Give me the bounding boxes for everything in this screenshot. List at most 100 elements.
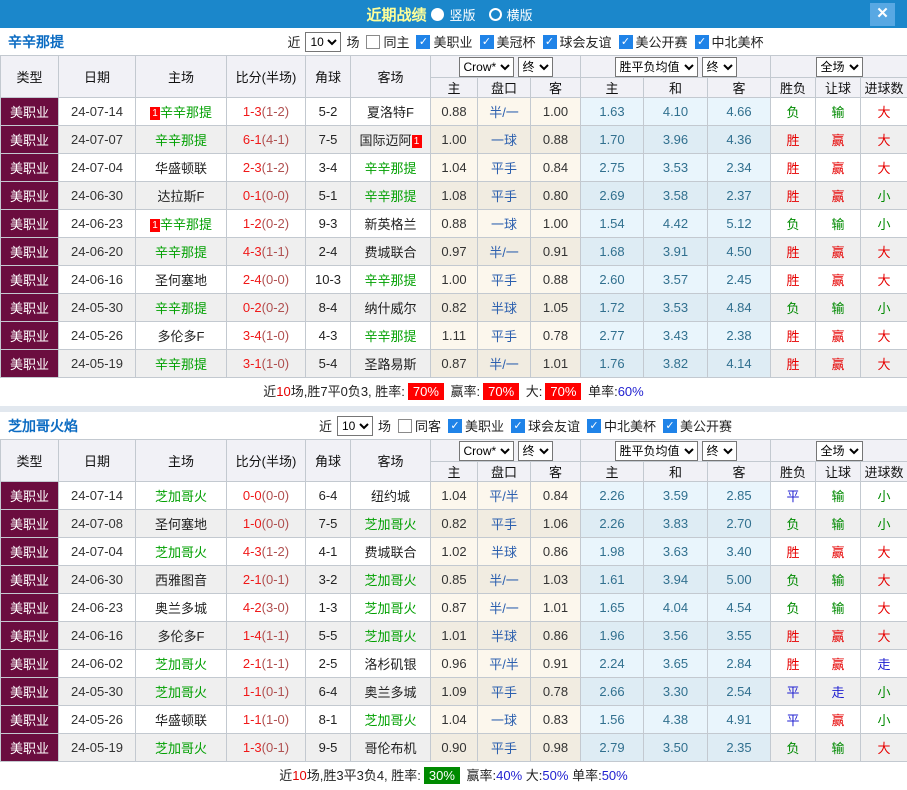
league-checkbox[interactable]: ✓ bbox=[543, 35, 557, 49]
avg-away-cell: 2.45 bbox=[708, 266, 771, 294]
horizontal-view-radio[interactable] bbox=[489, 8, 502, 21]
corners-cell: 4-1 bbox=[306, 538, 351, 566]
subcol-result: 胜负 bbox=[771, 78, 816, 98]
home-team-cell: 辛辛那提 bbox=[136, 294, 227, 322]
halftime-score: (1-2) bbox=[262, 160, 289, 175]
result-cell: 负 bbox=[771, 210, 816, 238]
same-venue-checkbox[interactable] bbox=[366, 35, 380, 49]
team-name: 辛辛那提 bbox=[364, 189, 416, 204]
avg-draw-cell: 4.10 bbox=[644, 98, 708, 126]
red-card-badge: 1 bbox=[412, 135, 422, 148]
home-team-cell: 华盛顿联 bbox=[136, 154, 227, 182]
result-cell: 平 bbox=[771, 678, 816, 706]
team-name: 芝加哥火 bbox=[155, 685, 207, 700]
result-cell: 负 bbox=[771, 594, 816, 622]
league-checkbox[interactable]: ✓ bbox=[416, 35, 430, 49]
halftime-score: (0-0) bbox=[262, 272, 289, 287]
league-checkbox[interactable]: ✓ bbox=[695, 35, 709, 49]
result-cell: 负 bbox=[771, 734, 816, 762]
halftime-score: (1-0) bbox=[262, 356, 289, 371]
avg-draw-cell: 3.94 bbox=[644, 566, 708, 594]
goals-result-cell: 大 bbox=[861, 350, 907, 378]
summary-line: 近10场,胜7平0负3, 胜率:70% 赢率:70% 大:70% 单率:60% bbox=[0, 378, 907, 406]
handicap-result-cell: 输 bbox=[816, 98, 861, 126]
result-cell: 胜 bbox=[771, 238, 816, 266]
fulltime-score: 4-3 bbox=[243, 244, 262, 259]
league-checkbox[interactable]: ✓ bbox=[587, 419, 601, 433]
score-cell: 1-1(1-0) bbox=[227, 706, 306, 734]
avg-period-select[interactable]: 终 bbox=[702, 57, 737, 77]
fulltime-score: 6-1 bbox=[243, 132, 262, 147]
close-icon[interactable]: ✕ bbox=[870, 3, 895, 26]
league-cell: 美职业 bbox=[1, 650, 59, 678]
odds-source-select[interactable]: Crow* bbox=[459, 441, 514, 461]
same-venue-checkbox[interactable] bbox=[398, 419, 412, 433]
avg-away-cell: 4.91 bbox=[708, 706, 771, 734]
odds-home-cell: 0.82 bbox=[431, 294, 478, 322]
odds-source-select[interactable]: Crow* bbox=[459, 57, 514, 77]
team-name: 芝加哥火 bbox=[155, 741, 207, 756]
halftime-score: (0-0) bbox=[262, 516, 289, 531]
avg-home-cell: 2.77 bbox=[581, 322, 644, 350]
odds-period-select[interactable]: 终 bbox=[518, 57, 553, 77]
odds-away-cell: 0.98 bbox=[531, 734, 581, 762]
match-row: 美职业24-07-04华盛顿联2-3(1-2)3-4辛辛那提1.04平手0.84… bbox=[1, 154, 907, 182]
vertical-view-radio[interactable] bbox=[431, 8, 444, 21]
score-cell: 3-4(1-0) bbox=[227, 322, 306, 350]
subcol-handicap-result: 让球 bbox=[816, 78, 861, 98]
team-name: 辛辛那提 bbox=[364, 161, 416, 176]
home-team-cell: 多伦多F bbox=[136, 322, 227, 350]
scope-select[interactable]: 全场 bbox=[816, 57, 863, 77]
recent-count-select[interactable]: 10 bbox=[305, 32, 341, 52]
avg-source-select[interactable]: 胜平负均值 bbox=[615, 57, 698, 77]
score-cell: 4-3(1-1) bbox=[227, 238, 306, 266]
scope-select[interactable]: 全场 bbox=[816, 441, 863, 461]
matches-table: 类型 日期 主场 比分(半场) 角球 客场 Crow*终 胜平负均值终 全场 主… bbox=[0, 55, 907, 378]
games-label: 场 bbox=[378, 416, 391, 435]
home-team-cell: 华盛顿联 bbox=[136, 706, 227, 734]
goals-result-cell: 小 bbox=[861, 182, 907, 210]
team-name: 多伦多F bbox=[158, 629, 205, 644]
halftime-score: (0-0) bbox=[262, 188, 289, 203]
odds-home-cell: 0.96 bbox=[431, 650, 478, 678]
handicap-result-cell: 输 bbox=[816, 210, 861, 238]
fulltime-score: 1-4 bbox=[243, 628, 262, 643]
fulltime-score: 1-1 bbox=[243, 684, 262, 699]
result-cell: 胜 bbox=[771, 154, 816, 182]
odds-away-cell: 1.06 bbox=[531, 510, 581, 538]
odds-away-cell: 1.01 bbox=[531, 594, 581, 622]
goals-result-cell: 小 bbox=[861, 706, 907, 734]
avg-period-select[interactable]: 终 bbox=[702, 441, 737, 461]
scope-group: 全场 bbox=[771, 56, 907, 78]
avg-source-select[interactable]: 胜平负均值 bbox=[615, 441, 698, 461]
recent-count-select[interactable]: 10 bbox=[337, 416, 373, 436]
goals-result-cell: 小 bbox=[861, 294, 907, 322]
home-team-cell: 芝加哥火 bbox=[136, 734, 227, 762]
league-checkbox[interactable]: ✓ bbox=[448, 419, 462, 433]
avg-home-cell: 2.26 bbox=[581, 510, 644, 538]
result-cell: 平 bbox=[771, 706, 816, 734]
filterbar: 辛辛那提 近10场同主✓美职业✓美冠杯✓球会友谊✓美公开赛✓中北美杯 bbox=[0, 28, 907, 55]
away-team-cell: 夏洛特F bbox=[351, 98, 431, 126]
avg-draw-cell: 3.96 bbox=[644, 126, 708, 154]
league-checkbox[interactable]: ✓ bbox=[511, 419, 525, 433]
league-checkbox[interactable]: ✓ bbox=[619, 35, 633, 49]
home-team-cell: 芝加哥火 bbox=[136, 482, 227, 510]
away-team-cell: 国际迈阿1 bbox=[351, 126, 431, 154]
odds-away-cell: 0.78 bbox=[531, 322, 581, 350]
avg-away-cell: 4.54 bbox=[708, 594, 771, 622]
match-row: 美职业24-06-16圣何塞地2-4(0-0)10-3辛辛那提1.00平手0.8… bbox=[1, 266, 907, 294]
date-cell: 24-06-30 bbox=[59, 566, 136, 594]
league-checkbox[interactable]: ✓ bbox=[480, 35, 494, 49]
league-checkbox[interactable]: ✓ bbox=[663, 419, 677, 433]
odds-period-select[interactable]: 终 bbox=[518, 441, 553, 461]
team-name: 洛杉矶银 bbox=[364, 657, 416, 672]
column-header-score: 比分(半场) bbox=[227, 440, 306, 482]
odds-home-cell: 0.88 bbox=[431, 210, 478, 238]
match-row: 美职业24-07-141辛辛那提1-3(1-2)5-2夏洛特F0.88半/一1.… bbox=[1, 98, 907, 126]
score-cell: 1-4(1-1) bbox=[227, 622, 306, 650]
score-cell: 2-3(1-2) bbox=[227, 154, 306, 182]
league-cell: 美职业 bbox=[1, 126, 59, 154]
result-cell: 胜 bbox=[771, 126, 816, 154]
date-cell: 24-05-30 bbox=[59, 678, 136, 706]
